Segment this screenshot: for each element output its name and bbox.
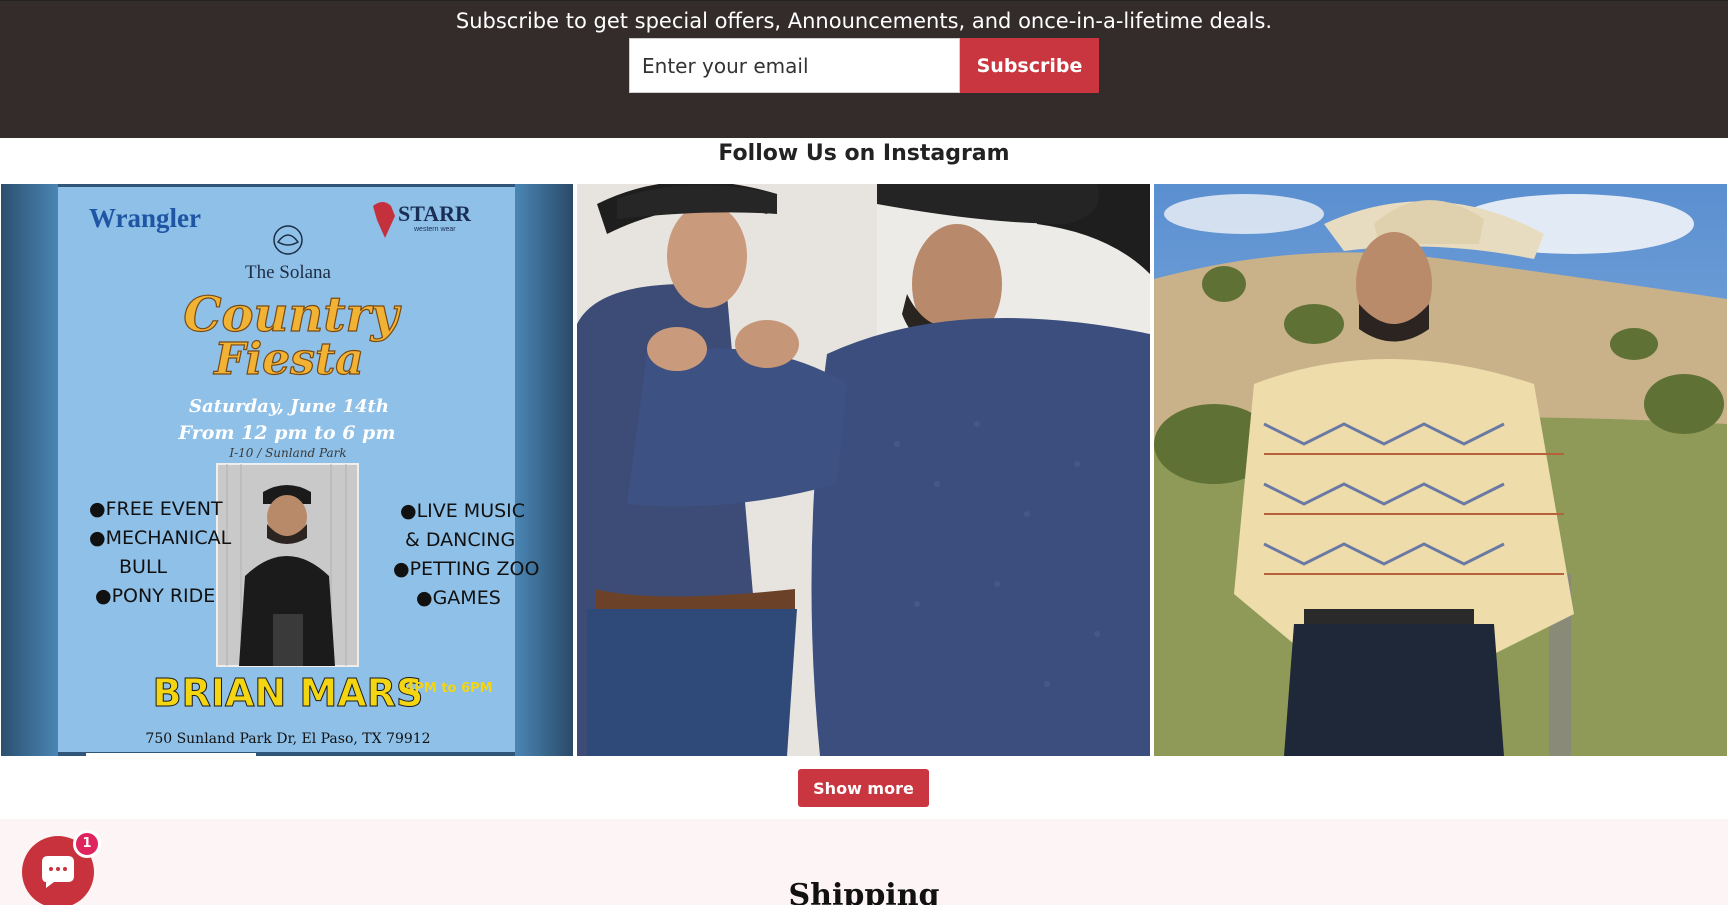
newsletter-section: Subscribe to get special offers, Announc… [0,0,1728,138]
poster-location: I-10 / Sunland Park [228,446,346,460]
poster-venue: The Solana [245,262,332,283]
poster-address: 750 Sunland Park Dr, El Paso, TX 79912 [145,731,430,747]
poster-left-item-1: ●FREE EVENT [89,498,223,520]
poster-performer: BRIAN MARS [153,671,424,715]
poster-title-line2: Fiesta [212,334,364,385]
poster-right-item-1: ●LIVE MUSIC [400,500,525,522]
poster-brand-left: Wrangler [89,203,201,233]
poster-time: From 12 pm to 6 pm [178,422,396,444]
instagram-heading: Follow Us on Instagram [718,141,1010,166]
performer-photo [216,463,359,667]
poster-left-item-4: ●PONY RIDE [95,585,215,607]
instagram-post-father-son[interactable] [577,184,1150,756]
instagram-post-event-poster[interactable]: Wrangler STARR western wear The Solana C… [1,184,573,756]
poster-right-item-2: & DANCING [405,529,515,551]
show-more-button[interactable]: Show more [798,769,929,807]
poster-performer-time: 4PM to 6PM [405,681,492,696]
poster-right-item-3: ●PETTING ZOO [393,558,539,580]
newsletter-text: Subscribe to get special offers, Announc… [455,9,1273,33]
shipping-heading: Shipping [788,878,940,905]
poster-left-item-3: BULL [119,556,168,578]
poster-brand-right-sub: western wear [413,226,456,233]
instagram-post-aztec-shirt[interactable] [1154,184,1727,756]
poster-right-item-4: ●GAMES [416,587,501,609]
poster-date: Saturday, June 14th [189,396,389,417]
email-input[interactable] [629,38,960,93]
chat-unread-badge: 1 [73,830,101,858]
poster-left-item-2: ●MECHANICAL [89,527,232,549]
poster-brand-right: STARR [398,201,472,226]
subscribe-button[interactable]: Subscribe [960,38,1099,93]
